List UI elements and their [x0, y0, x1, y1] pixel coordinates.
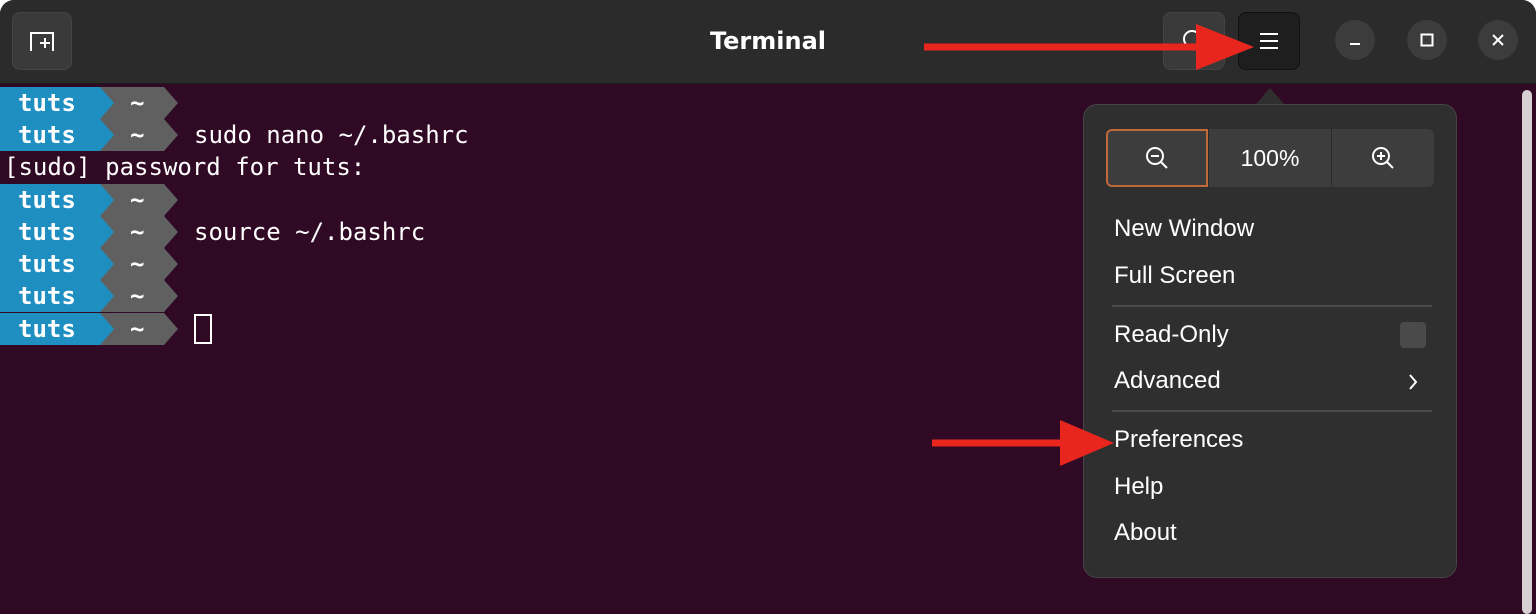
- minimize-icon: [1350, 43, 1360, 45]
- prompt-line: tuts ~: [0, 280, 178, 312]
- main-menu-popover: 100% New Window Full Screen Read-Only Ad…: [1083, 104, 1457, 578]
- annotation-arrow-preferences: [932, 420, 1114, 466]
- prompt-line: tuts ~: [0, 87, 178, 119]
- terminal-cursor: [194, 314, 212, 344]
- minimize-button[interactable]: [1335, 20, 1375, 60]
- menu-item-help[interactable]: Help: [1114, 473, 1163, 501]
- zoom-in-icon: [1372, 147, 1394, 169]
- zoom-in-button[interactable]: [1332, 129, 1434, 187]
- menu-item-preferences[interactable]: Preferences: [1114, 426, 1243, 454]
- title-bar: Terminal: [0, 0, 1536, 84]
- close-button[interactable]: [1478, 20, 1518, 60]
- annotation-arrow-menu: [924, 24, 1254, 70]
- prompt-line: tuts ~: [0, 184, 178, 216]
- menu-separator: [1112, 305, 1432, 307]
- menu-item-about[interactable]: About: [1114, 519, 1177, 547]
- prompt-user: tuts: [0, 216, 114, 248]
- prompt-user: tuts: [0, 119, 114, 151]
- read-only-checkbox[interactable]: [1400, 322, 1426, 348]
- prompt-user: tuts: [0, 87, 114, 119]
- zoom-controls: 100%: [1106, 129, 1434, 187]
- zoom-out-icon: [1146, 147, 1168, 169]
- output-line: [sudo] password for tuts:: [0, 151, 365, 183]
- chevron-right-icon: [1409, 374, 1418, 390]
- close-icon: [1492, 34, 1504, 46]
- prompt-user: tuts: [0, 313, 114, 345]
- output-text: [sudo] password for tuts:: [4, 153, 366, 181]
- command-text: sudo nano ~/.bashrc: [194, 121, 469, 149]
- command-text: source ~/.bashrc: [194, 218, 426, 246]
- menu-item-read-only[interactable]: Read-Only: [1114, 321, 1229, 349]
- prompt-line: tuts ~ sudo nano ~/.bashrc: [0, 119, 469, 151]
- menu-item-new-window[interactable]: New Window: [1114, 215, 1254, 243]
- prompt-user: tuts: [0, 280, 114, 312]
- prompt-user: tuts: [0, 248, 114, 280]
- window-title: Terminal: [709, 27, 827, 55]
- hamburger-menu-icon: [1260, 33, 1278, 49]
- maximize-icon: [1420, 33, 1434, 47]
- zoom-level[interactable]: 100%: [1208, 129, 1332, 187]
- scrollbar[interactable]: [1522, 90, 1532, 614]
- menu-separator: [1112, 410, 1432, 412]
- maximize-button[interactable]: [1407, 20, 1447, 60]
- prompt-line: tuts ~ source ~/.bashrc: [0, 216, 425, 248]
- menu-item-advanced[interactable]: Advanced: [1114, 367, 1221, 395]
- popover-pointer: [1256, 88, 1284, 104]
- prompt-line: tuts ~: [0, 313, 212, 345]
- zoom-out-button[interactable]: [1106, 129, 1208, 187]
- menu-item-full-screen[interactable]: Full Screen: [1114, 262, 1235, 290]
- prompt-line: tuts ~: [0, 248, 178, 280]
- prompt-user: tuts: [0, 184, 114, 216]
